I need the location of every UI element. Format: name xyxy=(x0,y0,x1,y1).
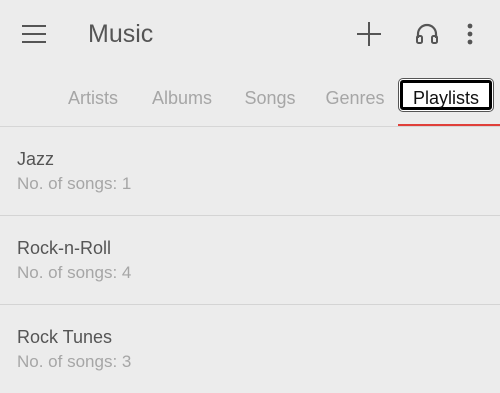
more-vertical-icon[interactable] xyxy=(455,14,485,54)
app-bar: Music xyxy=(0,0,500,68)
tab-songs[interactable]: Songs xyxy=(236,72,304,124)
plus-icon[interactable] xyxy=(349,14,389,54)
playlist-song-count: No. of songs: 1 xyxy=(17,174,132,193)
playlist-item[interactable]: Jazz No. of songs: 1 xyxy=(0,127,500,216)
tab-bar: Artists Albums Songs Genres Playlists xyxy=(0,72,500,124)
tab-artists[interactable]: Artists xyxy=(56,72,130,124)
tab-albums[interactable]: Albums xyxy=(143,72,221,124)
playlist-list: Jazz No. of songs: 1 Rock-n-Roll No. of … xyxy=(0,127,500,393)
tab-playlists[interactable]: Playlists xyxy=(400,80,492,110)
playlist-song-count: No. of songs: 4 xyxy=(17,263,132,282)
headphones-icon[interactable] xyxy=(407,14,447,54)
playlist-name: Rock-n-Roll xyxy=(17,238,112,258)
playlist-song-count: No. of songs: 3 xyxy=(17,352,132,371)
playlist-item[interactable]: Rock-n-Roll No. of songs: 4 xyxy=(0,216,500,305)
page-title: Music xyxy=(88,20,154,48)
playlist-name: Rock Tunes xyxy=(17,327,113,347)
hamburger-menu-icon[interactable] xyxy=(14,14,54,54)
playlist-item[interactable]: Rock Tunes No. of songs: 3 xyxy=(0,305,500,393)
playlist-name: Jazz xyxy=(17,149,55,169)
tab-genres[interactable]: Genres xyxy=(318,72,392,124)
